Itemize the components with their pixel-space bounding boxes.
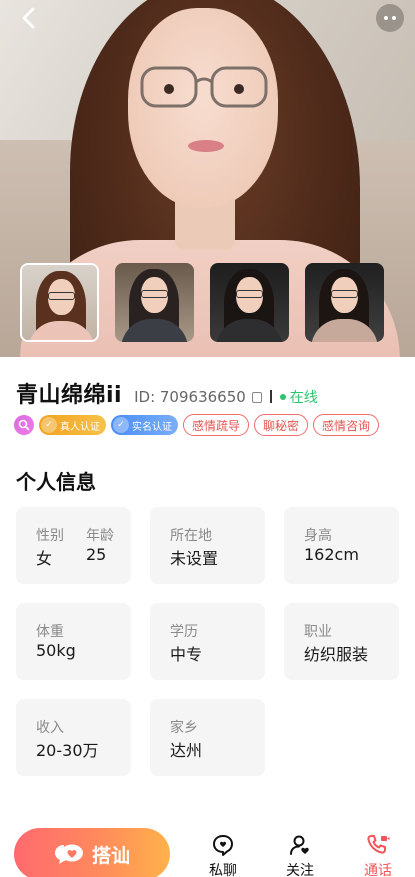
chevron-left-icon[interactable] [14, 4, 42, 32]
online-status: 在线 [289, 390, 318, 406]
call-button[interactable]: 通话 [358, 834, 398, 877]
info-card-income: 收入 20-30万 [16, 699, 131, 776]
follow-user-icon [290, 835, 309, 855]
dot-icon [392, 16, 396, 20]
info-label: 收入 [36, 720, 64, 736]
interest-tag[interactable]: 聊秘密 [254, 414, 309, 436]
chat-bubble-heart-icon [54, 844, 83, 864]
chat-icon [213, 835, 233, 856]
info-value: 达州 [170, 741, 203, 760]
section-title: 个人信息 [16, 470, 96, 494]
photo-lips [188, 140, 224, 152]
follow-label: 关注 [286, 863, 314, 877]
verified-face-icon: ✓ [41, 417, 57, 433]
info-label: 性别 [36, 528, 64, 544]
divider [269, 390, 272, 403]
info-value: 20-30万 [36, 741, 99, 760]
private-chat-label: 私聊 [209, 863, 237, 877]
profile-name: 青山绵绵ii [16, 383, 123, 408]
real-person-badge: ✓ 真人认证 [39, 415, 106, 435]
info-label: 身高 [304, 528, 332, 544]
private-chat-button[interactable]: 私聊 [203, 834, 243, 877]
info-value: 女 [36, 549, 53, 568]
info-label: 学历 [170, 624, 198, 640]
thumbnail-glasses [236, 290, 263, 298]
info-value: 50kg [36, 641, 76, 660]
info-value: 25 [86, 545, 107, 564]
thumbnail-glasses [48, 292, 75, 300]
info-card-height: 身高 162cm [284, 507, 399, 584]
info-card-gender-age: 性别 女 年龄 25 [16, 507, 131, 584]
phone-video-icon [367, 835, 390, 854]
photo-thumbnail-2[interactable] [115, 263, 194, 342]
profile-photo[interactable] [0, 0, 415, 357]
info-label: 年龄 [86, 528, 114, 544]
info-card-hometown: 家乡 达州 [150, 699, 265, 776]
profile-tags: ✓ 真人认证 ✓ 实名认证 感情疏导 聊秘密 感情咨询 [14, 414, 380, 436]
photo-thumbnails [20, 263, 384, 342]
user-id: ID: 709636650 [134, 388, 246, 406]
call-label: 通话 [364, 863, 392, 877]
badge-label: 真人认证 [60, 421, 100, 433]
follow-button[interactable]: 关注 [280, 834, 320, 877]
thumbnail-glasses [141, 290, 168, 298]
id-card-icon: ✓ [113, 417, 129, 433]
copy-icon[interactable] [251, 392, 262, 403]
info-card-education: 学历 中专 [150, 603, 265, 680]
info-card-location: 所在地 未设置 [150, 507, 265, 584]
info-value: 未设置 [170, 549, 219, 568]
more-dots-icon[interactable] [376, 4, 404, 32]
info-card-job: 职业 纺织服装 [284, 603, 399, 680]
thumbnail-glasses [331, 290, 358, 298]
greet-button[interactable]: 搭讪 [14, 828, 170, 877]
photo-thumbnail-1[interactable] [20, 263, 99, 342]
photo-glasses [140, 66, 268, 108]
info-label: 职业 [304, 624, 332, 640]
dot-icon [384, 16, 388, 20]
photo-thumbnail-4[interactable] [305, 263, 384, 342]
interest-tag[interactable]: 感情疏导 [183, 414, 250, 436]
search-icon[interactable] [14, 415, 34, 435]
online-status-dot [279, 394, 286, 400]
info-label: 所在地 [170, 528, 212, 544]
info-value: 纺织服装 [304, 645, 369, 664]
profile-header: 青山绵绵ii ID: 709636650 在线 [16, 377, 318, 409]
info-value: 162cm [304, 545, 359, 564]
badge-label: 实名认证 [132, 421, 172, 433]
greet-button-label: 搭讪 [91, 844, 130, 867]
info-label: 体重 [36, 624, 64, 640]
real-name-badge: ✓ 实名认证 [111, 415, 178, 435]
interest-tag[interactable]: 感情咨询 [313, 414, 380, 436]
info-value: 中专 [170, 645, 203, 664]
photo-thumbnail-3[interactable] [210, 263, 289, 342]
info-label: 家乡 [170, 720, 198, 736]
info-card-weight: 体重 50kg [16, 603, 131, 680]
